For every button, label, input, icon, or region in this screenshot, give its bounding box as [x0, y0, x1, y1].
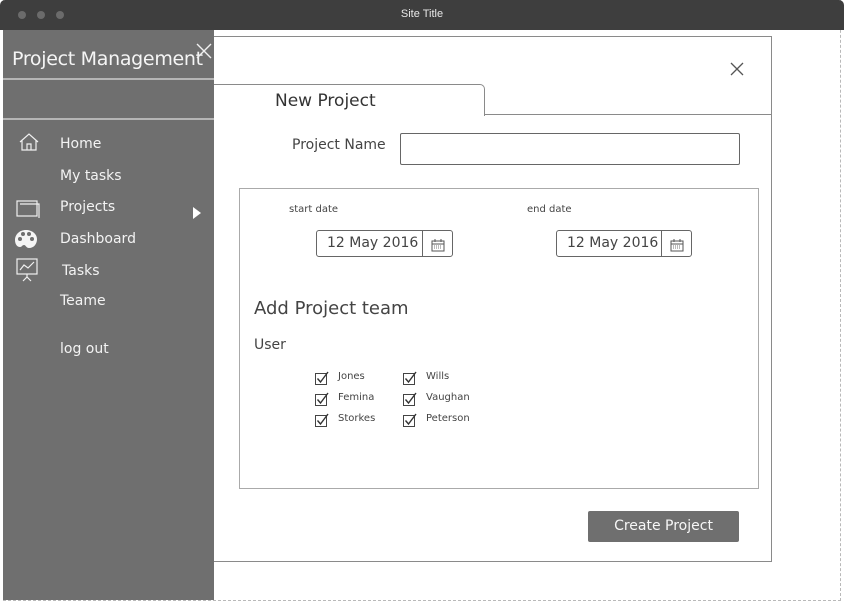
- sidebar-item-tasks[interactable]: Tasks: [62, 263, 100, 279]
- add-project-team-heading: Add Project team: [254, 298, 409, 319]
- sidebar: Project Management Home My tasks Project…: [3, 30, 214, 600]
- tab-new-project-label: New Project: [275, 91, 376, 111]
- home-icon: [18, 132, 40, 156]
- checkbox-peterson[interactable]: [403, 412, 417, 427]
- date-separator: [661, 231, 662, 256]
- sidebar-divider: [3, 118, 214, 120]
- user-name-storkes: Storkes: [338, 413, 376, 424]
- end-date-value: 12 May 2016: [567, 235, 659, 251]
- window-title: Site Title: [400, 8, 444, 20]
- checkbox-vaughan[interactable]: [403, 391, 417, 406]
- sidebar-item-home[interactable]: Home: [60, 136, 101, 152]
- sidebar-close-icon[interactable]: [195, 42, 213, 65]
- sidebar-item-log-out[interactable]: log out: [60, 341, 109, 357]
- tab-new-project[interactable]: New Project: [214, 84, 485, 116]
- user-name-femina: Femina: [338, 392, 375, 403]
- sidebar-item-dashboard[interactable]: Dashboard: [60, 231, 136, 247]
- sidebar-item-projects[interactable]: Projects: [60, 199, 115, 215]
- user-name-peterson: Peterson: [426, 413, 470, 424]
- tab-divider: [484, 114, 772, 115]
- start-date-value: 12 May 2016: [327, 235, 419, 251]
- calendar-icon[interactable]: [431, 237, 445, 256]
- end-date-label: end date: [527, 204, 572, 215]
- presentation-icon: [16, 258, 38, 286]
- user-name-wills: Wills: [426, 371, 450, 382]
- user-label: User: [254, 337, 286, 353]
- sidebar-divider: [3, 78, 214, 80]
- create-project-button[interactable]: Create Project: [588, 511, 739, 542]
- checkbox-storkes[interactable]: [315, 412, 329, 427]
- project-name-label: Project Name: [292, 137, 386, 153]
- calendar-icon[interactable]: [670, 237, 684, 256]
- dialog-close-icon[interactable]: [730, 59, 744, 80]
- sidebar-item-my-tasks[interactable]: My tasks: [60, 168, 122, 184]
- checkbox-jones[interactable]: [315, 370, 329, 385]
- user-name-vaughan: Vaughan: [426, 392, 470, 403]
- checkbox-femina[interactable]: [315, 391, 329, 406]
- date-separator: [422, 231, 423, 256]
- end-date-picker[interactable]: 12 May 2016: [556, 230, 692, 257]
- sidebar-item-teame[interactable]: Teame: [60, 293, 106, 309]
- palette-icon: [14, 229, 38, 253]
- start-date-label: start date: [289, 204, 339, 215]
- chevron-right-icon[interactable]: [193, 204, 201, 223]
- checkbox-wills[interactable]: [403, 370, 417, 385]
- project-name-input[interactable]: [400, 133, 740, 165]
- sidebar-title: Project Management: [12, 48, 203, 70]
- title-bar: Site Title: [0, 0, 844, 30]
- user-name-jones: Jones: [338, 371, 365, 382]
- window-icon: [16, 200, 40, 222]
- start-date-picker[interactable]: 12 May 2016: [316, 230, 453, 257]
